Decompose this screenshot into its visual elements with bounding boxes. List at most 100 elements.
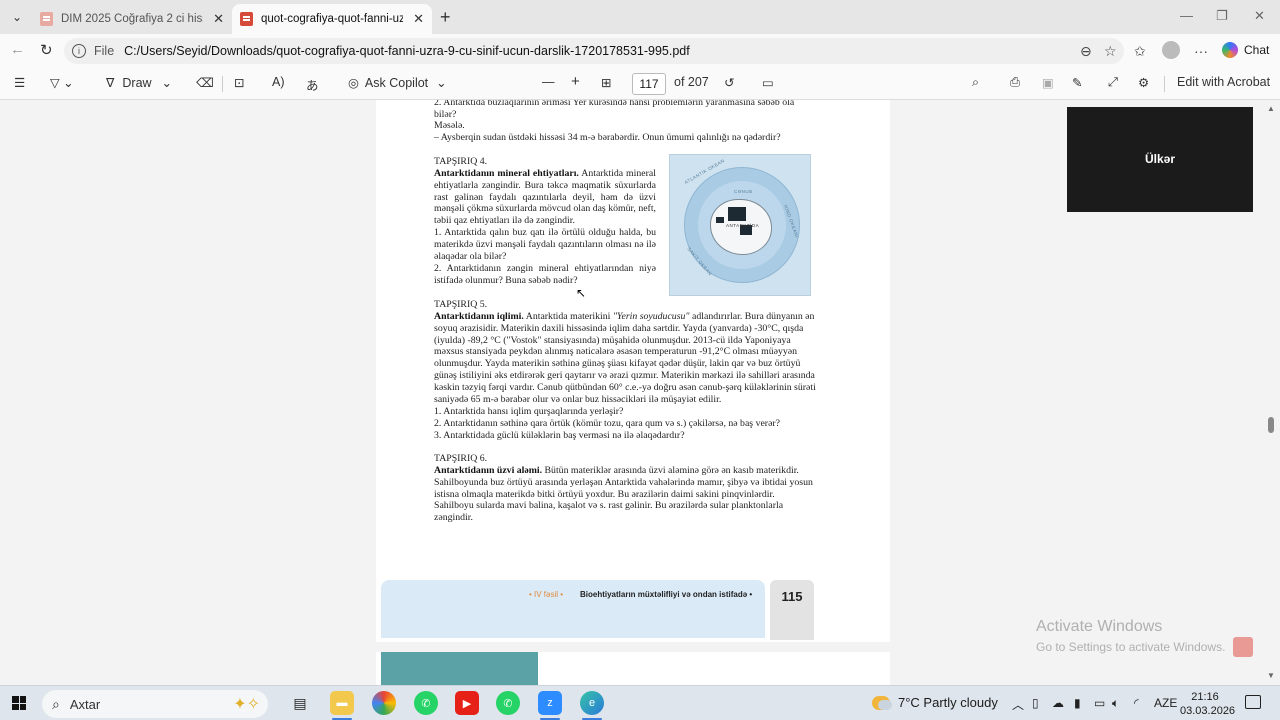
tray-chevron-up-icon[interactable]: ︿	[1012, 696, 1024, 713]
pdf-file-icon	[240, 12, 253, 26]
page-total: of 207	[674, 75, 709, 89]
page-view-icon[interactable]: ▭	[762, 75, 774, 90]
print-icon[interactable]: ⎙	[1010, 75, 1020, 90]
text-line-top: 2. Antarktida buzlaqlarının əriməsi Yer …	[434, 100, 795, 120]
windows-start-icon[interactable]	[12, 696, 26, 710]
file-explorer-icon[interactable]: ▬	[330, 691, 354, 715]
clock-time: 21:16	[1191, 691, 1219, 703]
tab-actions-menu-icon[interactable]: ⌄	[6, 6, 28, 28]
scroll-up-arrow-icon[interactable]: ▲	[1267, 104, 1275, 113]
url-field[interactable]: i File C:/Users/Seyid/Downloads/quot-cog…	[64, 38, 1124, 64]
acrobat-icon[interactable]	[1233, 637, 1253, 657]
page-number: 115	[770, 580, 814, 640]
tab-dim-2025[interactable]: DİM 2025 Coğrafiya 2 ci hissə test ✕	[32, 4, 232, 34]
toolbar-divider	[222, 76, 223, 92]
zoom-icon[interactable]: z	[538, 691, 562, 715]
draw-icon: ∇	[106, 76, 115, 90]
minimize-icon[interactable]: —	[1180, 8, 1193, 23]
zoom-in-button[interactable]: +	[571, 73, 580, 90]
whatsapp-desktop-icon[interactable]: ✆	[496, 691, 520, 715]
save-as-icon[interactable]: ✎	[1072, 75, 1082, 90]
close-icon[interactable]: ✕	[413, 11, 424, 27]
search-icon: ⌕	[52, 695, 60, 712]
zoom-out-button[interactable]: —	[542, 75, 555, 89]
youtube-icon[interactable]: ▶	[455, 691, 479, 715]
onedrive-icon[interactable]: ☁	[1052, 696, 1064, 710]
zoom-out-icon[interactable]: ⊖	[1080, 43, 1092, 60]
edit-with-acrobat-button[interactable]: Edit with Acrobat	[1177, 75, 1270, 89]
tapshiriq-6-body: Antarktidanın üzvi aləmi. Bütün materikl…	[434, 465, 816, 524]
wifi-icon[interactable]: ◜	[1134, 696, 1139, 710]
scrollbar-thumb[interactable]	[1268, 417, 1274, 433]
translate-icon[interactable]: あ	[306, 75, 319, 94]
watermark-subtitle: Go to Settings to activate Windows.	[1036, 640, 1226, 654]
text-box-icon[interactable]: ⊡	[234, 75, 244, 90]
address-bar: ← ↻ i File C:/Users/Seyid/Downloads/quot…	[0, 34, 1280, 68]
close-icon[interactable]: ✕	[213, 11, 224, 27]
whatsapp-icon[interactable]: ✆	[414, 691, 438, 715]
settings-gear-icon[interactable]: ⚙	[1138, 75, 1149, 90]
back-arrow-icon[interactable]: ←	[10, 41, 25, 58]
highlight-icon[interactable]: ▽ ⌄	[50, 75, 74, 90]
contents-list-icon[interactable]: ☰	[14, 75, 25, 90]
map-mountain-area	[728, 207, 746, 221]
tab-label: quot-cografiya-quot-fanni-uzra-9	[261, 13, 404, 25]
tab-quot-cografiya[interactable]: quot-cografiya-quot-fanni-uzra-9 ✕	[232, 4, 432, 34]
ask-copilot-button[interactable]: ◎ Ask Copilot ⌄	[348, 75, 447, 91]
pdf-file-icon	[40, 12, 53, 26]
t4-lead: Antarktidanın mineral ehtiyatları.	[434, 168, 579, 179]
battery-icon[interactable]: ▭	[1094, 696, 1105, 710]
input-language[interactable]: AZE	[1154, 696, 1177, 710]
chat-label: Chat	[1244, 43, 1270, 57]
favorite-star-icon[interactable]: ☆	[1104, 43, 1117, 60]
system-clock[interactable]: 21:16 03.03.2026	[1180, 690, 1235, 718]
page-number-input[interactable]: 117	[632, 73, 666, 95]
copilot-icon	[1222, 42, 1238, 58]
more-options-icon[interactable]: ···	[1194, 43, 1208, 59]
search-icon[interactable]: ⌕	[972, 75, 979, 90]
tapshiriq-4-body: Antarktidanın mineral ehtiyatları. Antar…	[434, 168, 656, 227]
chat-button[interactable]: Chat	[1222, 42, 1269, 58]
url-path[interactable]: C:/Users/Seyid/Downloads/quot-cografiya-…	[124, 44, 690, 58]
tray-usb-icon[interactable]: ▮	[1074, 696, 1081, 710]
volume-icon[interactable]: 🔈︎	[1112, 696, 1119, 711]
pdf-page: 2. Antarktida buzlaqlarının əriməsi Yer …	[376, 100, 890, 642]
masala-title: Məsələ.	[434, 120, 465, 131]
vertical-scrollbar[interactable]	[1266, 100, 1276, 685]
close-window-icon[interactable]: ✕	[1254, 8, 1265, 24]
chevron-down-icon: ⌄	[436, 76, 447, 90]
taskbar: ⌕ Axtar ✦✧ ▤ ▬ ✆ ▶ ✆ z e 7°C Partly clou…	[0, 685, 1280, 720]
profile-avatar[interactable]	[1162, 41, 1180, 59]
scroll-down-arrow-icon[interactable]: ▼	[1267, 671, 1275, 680]
t5-body-a: Antarktida materikini	[525, 311, 611, 322]
fullscreen-icon[interactable]: ⤢	[1108, 75, 1118, 90]
t5-question-2: 2. Antarktidanın səthinə qara örtük (köm…	[434, 418, 781, 429]
read-aloud-icon[interactable]: A)	[272, 75, 285, 89]
video-call-tile[interactable]: Ülkər	[1067, 107, 1253, 212]
activate-windows-watermark: Activate Windows Go to Settings to activ…	[1036, 618, 1225, 654]
chevron-down-icon: ⌄	[161, 76, 173, 90]
refresh-icon[interactable]: ↻	[40, 41, 53, 59]
info-icon[interactable]: i	[72, 44, 86, 58]
eraser-icon[interactable]: ⌫	[196, 75, 214, 90]
fit-page-icon[interactable]: ⊞	[601, 75, 611, 90]
participant-name: Ülkər	[1144, 152, 1176, 166]
footer-chapter-title: Bioehtiyatların müxtəlifliyi və ondan is…	[580, 590, 753, 599]
task-view-icon[interactable]: ▤	[288, 691, 312, 715]
save-icon[interactable]: ▣	[1042, 75, 1054, 90]
t5-question-3: 3. Antarktidada güclü küləklərin baş ver…	[434, 430, 685, 441]
taskbar-search[interactable]: ⌕ Axtar ✦✧	[42, 690, 268, 718]
favorites-icon[interactable]: ✩	[1134, 43, 1146, 60]
maximize-icon[interactable]: ❐	[1216, 8, 1228, 24]
new-tab-button[interactable]: +	[440, 7, 451, 28]
chrome-icon[interactable]	[372, 691, 396, 715]
antarctica-map-image: ATLANTİK OKEAN HİND OKEANI SAKİT OKEAN C…	[669, 154, 811, 296]
draw-button[interactable]: ∇ Draw ⌄	[106, 75, 173, 91]
tab-label: DİM 2025 Coğrafiya 2 ci hissə test	[61, 13, 203, 25]
toolbar-divider	[1164, 76, 1165, 92]
notifications-icon[interactable]	[1245, 695, 1261, 709]
weather-widget[interactable]: 7°C Partly cloudy	[872, 695, 998, 710]
tray-app-icon[interactable]: ▯	[1032, 696, 1039, 710]
edge-icon[interactable]: e	[580, 691, 604, 715]
rotate-icon[interactable]: ↺	[724, 75, 734, 90]
